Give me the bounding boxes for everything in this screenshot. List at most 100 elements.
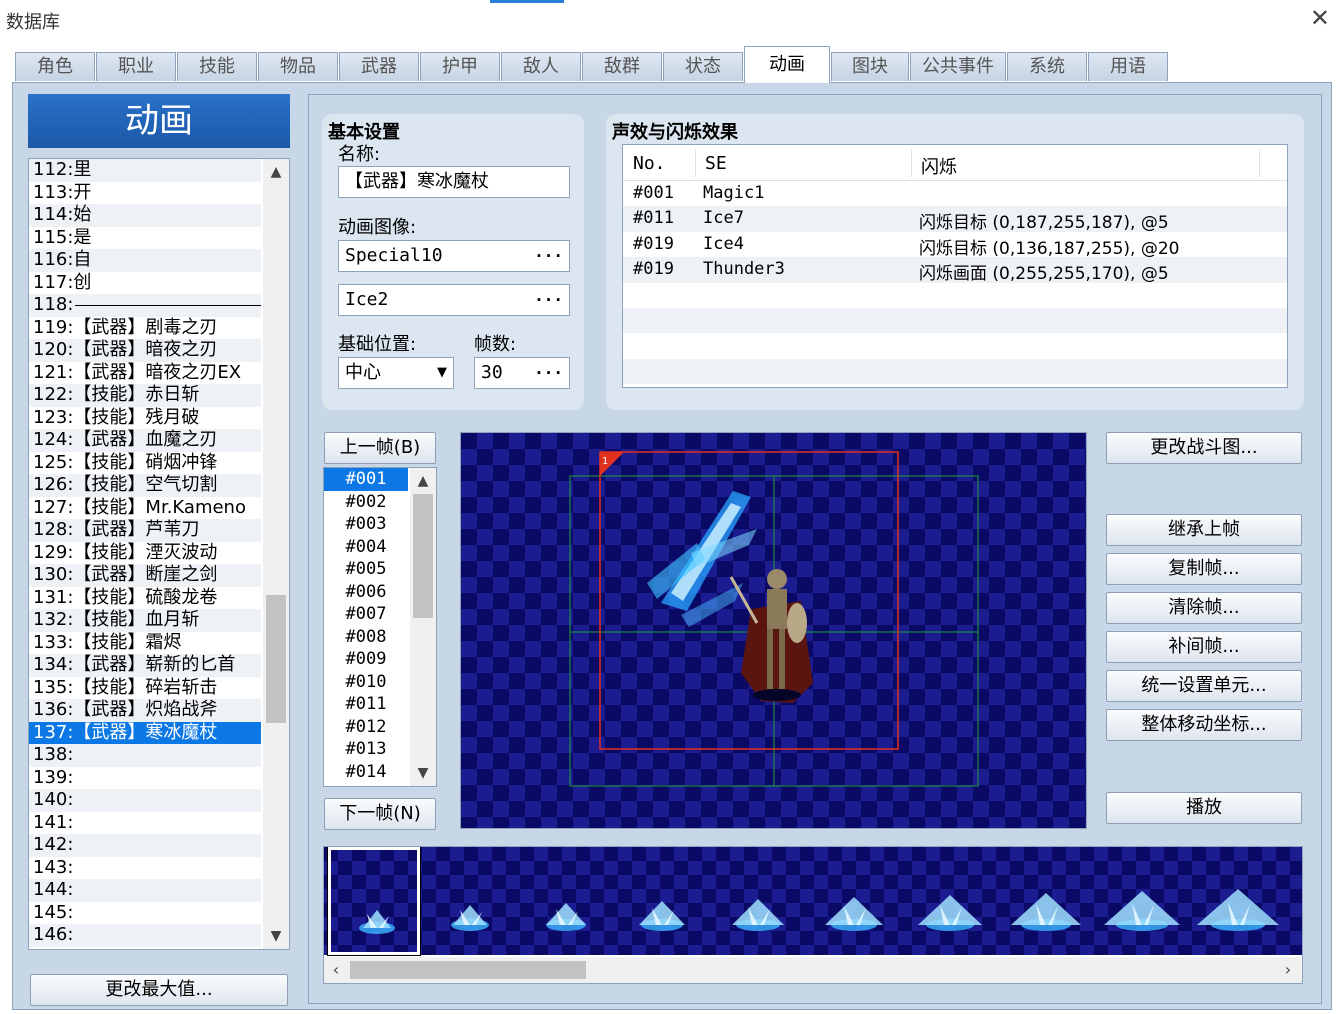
film-cell[interactable] <box>1000 847 1092 955</box>
list-item[interactable]: 119:【武器】剧毒之刃 <box>29 317 261 340</box>
se-flash-table[interactable]: No. SE 闪烁 #001 Magic1 #011 Ice7 闪烁目标 (0,187,… <box>622 144 1288 388</box>
frame-scrollbar[interactable]: ▲ ▼ <box>410 468 436 786</box>
list-item[interactable]: 139: <box>29 767 261 790</box>
play-button[interactable]: 播放 <box>1106 792 1302 824</box>
scroll-up-icon[interactable]: ▲ <box>410 470 436 492</box>
list-item[interactable]: 135:【技能】碎岩斩击 <box>29 677 261 700</box>
list-item[interactable]: 122:【技能】赤日斩 <box>29 384 261 407</box>
list-item[interactable]: 113:开 <box>29 182 261 205</box>
list-item[interactable]: 123:【技能】残月破 <box>29 407 261 430</box>
table-row[interactable] <box>623 307 1287 334</box>
list-item[interactable]: 128:【武器】芦苇刀 <box>29 519 261 542</box>
next-frame-button[interactable]: 下一帧(N) <box>324 798 436 830</box>
list-item[interactable]: 142: <box>29 834 261 857</box>
tab-10[interactable]: 图块 <box>831 52 909 81</box>
change-max-button[interactable]: 更改最大值... <box>30 974 288 1006</box>
tween-button[interactable]: 补间帧... <box>1106 631 1302 663</box>
frame-item[interactable]: #007 <box>324 603 408 626</box>
list-item[interactable]: 127:【技能】Mr.Kameno <box>29 497 261 520</box>
clear-frame-button[interactable]: 清除帧... <box>1106 592 1302 624</box>
frame-item[interactable]: #005 <box>324 558 408 581</box>
tab-12[interactable]: 系统 <box>1007 52 1087 81</box>
frame-item[interactable]: #003 <box>324 513 408 536</box>
table-row[interactable] <box>623 283 1287 308</box>
scroll-down-icon[interactable]: ▼ <box>263 925 289 947</box>
film-cell[interactable] <box>616 847 708 955</box>
list-item[interactable]: 143: <box>29 857 261 880</box>
tab-6[interactable]: 敌人 <box>501 52 581 81</box>
frame-item[interactable]: #009 <box>324 648 408 671</box>
list-item[interactable]: 112:里 <box>29 159 261 182</box>
position-select[interactable]: 中心 ▼ <box>338 357 454 389</box>
list-item[interactable]: 116:自 <box>29 249 261 272</box>
list-item[interactable]: 146: <box>29 924 261 947</box>
scroll-thumb[interactable] <box>350 961 586 979</box>
frames-field[interactable]: 30 ··· <box>474 357 570 389</box>
list-item[interactable]: 115:是 <box>29 227 261 250</box>
list-item[interactable]: 132:【技能】血月斩 <box>29 609 261 632</box>
film-cell[interactable] <box>1192 847 1284 955</box>
frame-item[interactable]: #012 <box>324 716 408 739</box>
scroll-down-icon[interactable]: ▼ <box>410 762 436 784</box>
tab-7[interactable]: 敌群 <box>582 52 662 81</box>
table-row[interactable]: #019 Thunder3 闪烁画面 (0,255,255,170), @5 <box>623 257 1287 284</box>
name-field[interactable]: 【武器】寒冰魔杖 <box>338 166 570 198</box>
frame-item[interactable]: #013 <box>324 738 408 761</box>
film-cell[interactable] <box>424 847 516 955</box>
image-field-1[interactable]: Special10 ··· <box>338 240 570 272</box>
list-item[interactable]: 133:【技能】霜烬 <box>29 632 261 655</box>
list-item[interactable]: 144: <box>29 879 261 902</box>
list-item[interactable]: 117:创 <box>29 272 261 295</box>
frame-item[interactable]: #001 <box>324 468 408 491</box>
frame-item[interactable]: #010 <box>324 671 408 694</box>
scroll-right-icon[interactable]: › <box>1278 957 1298 983</box>
tab-11[interactable]: 公共事件 <box>910 52 1006 81</box>
tab-8[interactable]: 状态 <box>663 52 743 81</box>
scroll-thumb[interactable] <box>266 595 286 723</box>
table-row[interactable] <box>623 358 1287 385</box>
list-item[interactable]: 131:【技能】硫酸龙卷 <box>29 587 261 610</box>
close-icon[interactable]: ✕ <box>1310 4 1330 32</box>
change-battler-button[interactable]: 更改战斗图... <box>1106 432 1302 464</box>
film-cell[interactable] <box>1096 847 1188 955</box>
film-scrollbar[interactable]: ‹ › <box>324 957 1302 983</box>
copy-frame-button[interactable]: 复制帧... <box>1106 553 1302 585</box>
list-item[interactable]: 120:【武器】暗夜之刃 <box>29 339 261 362</box>
frame-item[interactable]: #004 <box>324 536 408 559</box>
list-item[interactable]: 145: <box>29 902 261 925</box>
list-item[interactable]: 141: <box>29 812 261 835</box>
browse-icon[interactable]: ··· <box>534 285 563 315</box>
film-cell[interactable] <box>904 847 996 955</box>
list-item[interactable]: 138: <box>29 744 261 767</box>
tab-5[interactable]: 护甲 <box>420 52 500 81</box>
frame-item[interactable]: #011 <box>324 693 408 716</box>
scroll-left-icon[interactable]: ‹ <box>326 957 346 983</box>
list-item[interactable]: 118: <box>29 294 261 317</box>
list-item[interactable]: 121:【武器】暗夜之刃EX <box>29 362 261 385</box>
frame-item[interactable]: #014 <box>324 761 408 784</box>
list-scrollbar[interactable]: ▲ ▼ <box>263 159 289 949</box>
tab-1[interactable]: 职业 <box>96 52 176 81</box>
list-item[interactable]: 126:【技能】空气切割 <box>29 474 261 497</box>
tab-2[interactable]: 技能 <box>177 52 257 81</box>
frame-item[interactable]: #006 <box>324 581 408 604</box>
list-item[interactable]: 114:始 <box>29 204 261 227</box>
shift-all-button[interactable]: 整体移动坐标... <box>1106 709 1302 741</box>
table-row[interactable] <box>623 333 1287 358</box>
list-item[interactable]: 136:【武器】炽焰战斧 <box>29 699 261 722</box>
list-item[interactable]: 140: <box>29 789 261 812</box>
tab-0[interactable]: 角色 <box>15 52 95 81</box>
frame-item[interactable]: #008 <box>324 626 408 649</box>
tab-13[interactable]: 用语 <box>1088 52 1168 81</box>
film-cell[interactable] <box>520 847 612 955</box>
browse-icon[interactable]: ··· <box>534 241 563 271</box>
list-item[interactable]: 137:【武器】寒冰魔杖 <box>29 721 261 744</box>
list-item[interactable]: 129:【技能】湮灭波动 <box>29 542 261 565</box>
table-row[interactable]: #011 Ice7 闪烁目标 (0,187,255,187), @5 <box>623 206 1287 233</box>
list-item[interactable]: 130:【武器】断崖之剑 <box>29 564 261 587</box>
tab-9[interactable]: 动画 <box>744 46 830 83</box>
frame-item[interactable]: #002 <box>324 491 408 514</box>
list-item[interactable]: 134:【武器】崭新的匕首 <box>29 654 261 677</box>
film-cell[interactable] <box>712 847 804 955</box>
scroll-up-icon[interactable]: ▲ <box>263 161 289 183</box>
